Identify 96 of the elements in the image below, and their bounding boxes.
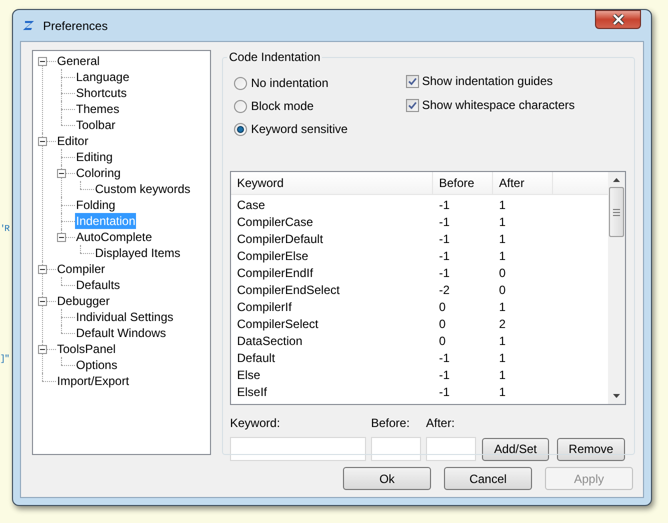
- scrollbar-thumb[interactable]: [609, 187, 624, 237]
- table-cell-text: -1: [438, 265, 451, 282]
- collapse-icon[interactable]: [38, 136, 47, 146]
- collapse-icon[interactable]: [38, 344, 47, 354]
- table-cell-text: 1: [498, 231, 507, 248]
- checkbox-label: Show indentation guides: [422, 73, 553, 90]
- checkbox-label: Show whitespace characters: [422, 97, 575, 114]
- collapse-icon[interactable]: [57, 232, 66, 242]
- scrollbar[interactable]: [608, 172, 625, 404]
- background-text: 'R: [0, 225, 9, 234]
- table-cell-text: 1: [498, 299, 507, 316]
- tree-item[interactable]: Debugger: [56, 293, 111, 309]
- collapse-icon[interactable]: [38, 296, 47, 306]
- remove-button[interactable]: Remove: [557, 438, 625, 460]
- before-input[interactable]: [371, 437, 421, 461]
- app-logo-icon: [22, 19, 35, 32]
- table-cell-text: CompilerDefault: [236, 231, 324, 248]
- window-title: Preferences: [43, 18, 108, 34]
- keyword-input[interactable]: [230, 437, 366, 461]
- tree-item[interactable]: Options: [75, 357, 118, 373]
- table-cell-text: Default: [236, 350, 276, 367]
- tree-item[interactable]: Custom keywords: [94, 181, 192, 197]
- after-label: After:: [426, 415, 455, 432]
- tree-item[interactable]: Import/Export: [56, 373, 130, 389]
- before-label: Before:: [371, 415, 411, 432]
- column-header[interactable]: After: [493, 172, 553, 194]
- tree-item[interactable]: Editor: [56, 133, 90, 149]
- radio-button[interactable]: [234, 76, 247, 90]
- tree-item[interactable]: Compiler: [56, 261, 106, 277]
- table-cell-text: CompilerEndIf: [236, 265, 314, 282]
- tree-item[interactable]: Shortcuts: [75, 85, 128, 101]
- table-cell-text: 1: [498, 350, 507, 367]
- table-cell-text: CompilerElse: [236, 248, 310, 265]
- collapse-icon[interactable]: [57, 168, 66, 178]
- scroll-down-icon[interactable]: [613, 394, 620, 398]
- table-cell-text: 1: [498, 214, 507, 231]
- column-header[interactable]: Before: [433, 172, 493, 194]
- tree-item[interactable]: General: [56, 53, 101, 69]
- table-cell-text: 1: [498, 248, 507, 265]
- table-cell-text: -1: [438, 231, 451, 248]
- collapse-icon[interactable]: [38, 56, 47, 66]
- radio-button[interactable]: [234, 122, 247, 136]
- tree-item[interactable]: Individual Settings: [75, 309, 174, 325]
- table-cell-text: -1: [438, 350, 451, 367]
- tree-item[interactable]: Coloring: [75, 165, 122, 181]
- tree-item[interactable]: ToolsPanel: [56, 341, 117, 357]
- scroll-up-icon[interactable]: [613, 178, 620, 182]
- table-cell-text: Else: [236, 367, 262, 384]
- add-set-button[interactable]: Add/Set: [482, 438, 549, 460]
- radio-label: No indentation: [251, 75, 328, 92]
- radio-label: Keyword sensitive: [251, 121, 348, 138]
- table-cell-text: -1: [438, 367, 451, 384]
- background-text: ]": [0, 355, 9, 364]
- table-cell-text: -1: [438, 197, 451, 214]
- table-cell-text: 1: [498, 384, 507, 401]
- table-cell-text: 1: [498, 333, 507, 350]
- table-cell-text: -2: [438, 282, 451, 299]
- close-button[interactable]: [595, 10, 641, 29]
- table-cell-text: ElseIf: [236, 384, 268, 401]
- column-header[interactable]: Keyword: [231, 172, 433, 194]
- checkbox[interactable]: [406, 98, 419, 112]
- tree-item[interactable]: Default Windows: [75, 325, 168, 341]
- table-cell-text: DataSection: [236, 333, 304, 350]
- collapse-icon[interactable]: [38, 264, 47, 274]
- tree-item[interactable]: Editing: [75, 149, 114, 165]
- table-cell-text: -1: [438, 248, 451, 265]
- table-cell-text: 1: [498, 367, 507, 384]
- table-cell-text: -1: [438, 384, 451, 401]
- table-cell-text: CompilerCase: [236, 214, 314, 231]
- tree-item[interactable]: Folding: [75, 197, 116, 213]
- radio-label: Block mode: [251, 98, 314, 115]
- table-cell-text: CompilerIf: [236, 299, 293, 316]
- table-cell-text: 2: [498, 316, 507, 333]
- table-cell-text: 0: [498, 282, 507, 299]
- table-cell-text: CompilerSelect: [236, 316, 320, 333]
- tree-item[interactable]: AutoComplete: [75, 229, 154, 245]
- table-cell-text: 0: [438, 333, 447, 350]
- keyword-label: Keyword:: [230, 415, 282, 432]
- close-icon: [612, 14, 624, 25]
- dialog-button[interactable]: Cancel: [444, 467, 532, 490]
- table-cell-text: 1: [498, 197, 507, 214]
- tree-item[interactable]: Language: [75, 69, 130, 85]
- table-cell-text: Case: [236, 197, 266, 214]
- checkbox[interactable]: [406, 74, 419, 88]
- tree-item[interactable]: Themes: [75, 101, 120, 117]
- tree-item[interactable]: Toolbar: [75, 117, 116, 133]
- table-cell-text: 0: [498, 265, 507, 282]
- table-cell-text: -1: [438, 214, 451, 231]
- table-cell-text: 0: [438, 299, 447, 316]
- tree-item[interactable]: Displayed Items: [94, 245, 182, 261]
- table-cell-text: CompilerEndSelect: [236, 282, 341, 299]
- table-cell-text: 0: [438, 316, 447, 333]
- tree-item[interactable]: Defaults: [75, 277, 122, 293]
- after-input[interactable]: [426, 437, 476, 461]
- radio-button[interactable]: [234, 100, 247, 112]
- dialog-button[interactable]: Ok: [343, 467, 431, 490]
